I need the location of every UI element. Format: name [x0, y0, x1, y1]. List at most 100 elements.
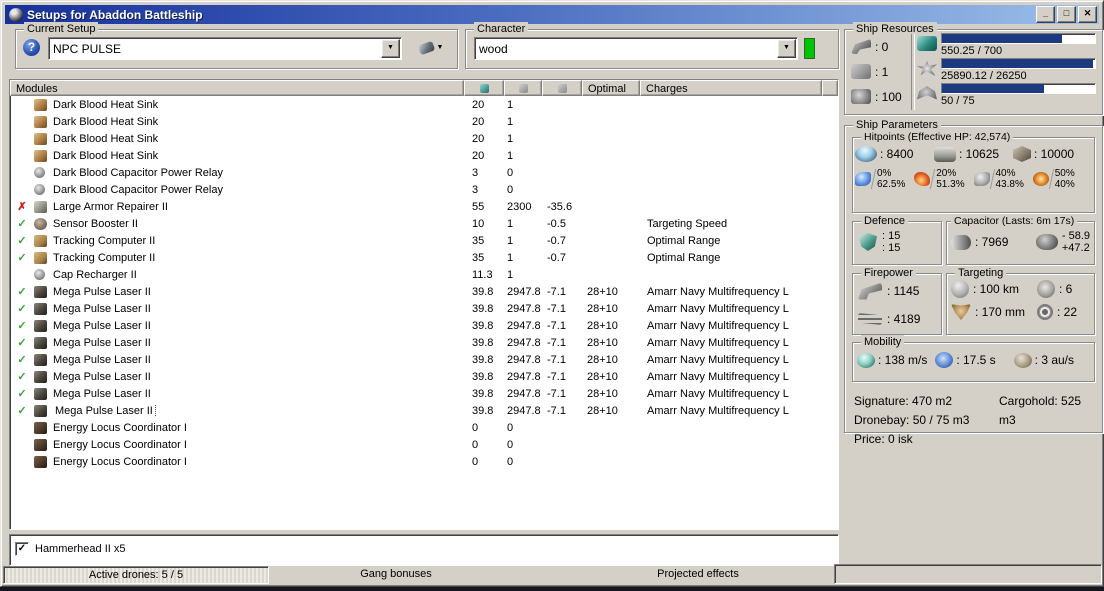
module-name: Mega Pulse Laser II — [53, 353, 151, 366]
module-pg-value: 0 — [507, 166, 514, 179]
module-cpu-value: 39.8 — [472, 370, 494, 383]
module-pg-value: 0 — [507, 421, 514, 434]
table-row[interactable]: ✗ Large Armor Repairer II 55 2300 -35.6 — [10, 198, 838, 215]
minimize-button[interactable]: _ — [1036, 6, 1055, 23]
table-row[interactable]: ✓ Mega Pulse Laser II 39.8 2947.8 -7.1 2… — [10, 351, 838, 368]
hitpoints-group: Hitpoints (Effective HP: 42,574) : 8400 … — [852, 130, 1095, 213]
module-pg-value: 0 — [507, 183, 514, 196]
table-row[interactable]: Energy Locus Coordinator I 0 0 — [10, 419, 838, 436]
module-charge-value: Amarr Navy Multifrequency L — [647, 319, 789, 332]
slot-count-value: : 1 — [875, 64, 889, 79]
module-pg-value: 1 — [507, 132, 514, 145]
mobility-align: : 17.5 s — [935, 352, 1013, 368]
column-header-optimal[interactable]: Optimal — [582, 80, 640, 96]
hitpoints-title: Hitpoints (Effective HP: 42,574) — [861, 130, 1014, 144]
table-row[interactable]: ✓ Mega Pulse Laser II 39.8 2947.8 -7.1 2… — [10, 317, 838, 334]
module-icon — [34, 319, 53, 332]
table-row[interactable]: Dark Blood Heat Sink 20 1 — [10, 96, 838, 113]
resist-em: 0% 62.5% — [855, 168, 914, 190]
module-charge-value: Targeting Speed — [647, 217, 728, 230]
close-button[interactable]: ✕ — [1078, 6, 1097, 23]
module-icon — [34, 149, 53, 162]
fitted-check-icon: ✓ — [17, 388, 27, 400]
module-cpu-value: 20 — [472, 98, 485, 111]
setup-select[interactable]: NPC PULSE ▼ — [48, 37, 402, 60]
table-row[interactable]: Energy Locus Coordinator I 0 0 — [10, 453, 838, 470]
character-select-value: wood — [479, 41, 508, 56]
table-row[interactable]: ✓ Sensor Booster II 10 1 -0.5 Targeting … — [10, 215, 838, 232]
module-charge-value: Amarr Navy Multifrequency L — [647, 370, 789, 383]
maximize-button[interactable]: □ — [1057, 6, 1076, 23]
capacitor-column-icon[interactable] — [542, 80, 582, 96]
drones-listbox[interactable]: ✓ Hammerhead II x5 — [9, 534, 839, 566]
em-icon — [855, 172, 871, 186]
firepower-value: : 1145 — [887, 284, 920, 298]
column-header-charges[interactable]: Charges — [640, 80, 822, 96]
modules-listview[interactable]: Modules Optimal Charges Dark Blood Heat … — [9, 79, 839, 530]
drone-list-item[interactable]: ✓ Hammerhead II x5 — [15, 540, 838, 558]
resource-bar-fill — [942, 84, 1045, 93]
powergrid-column-icon[interactable] — [504, 80, 542, 96]
mobility-warp-value: : 3 au/s — [1034, 353, 1075, 367]
module-cpu-value: 55 — [472, 200, 485, 213]
chevron-down-icon[interactable]: ▼ — [777, 39, 796, 58]
module-cap-value: -7.1 — [547, 370, 566, 383]
table-row[interactable]: Dark Blood Heat Sink 20 1 — [10, 113, 838, 130]
cpu-icon — [917, 36, 937, 51]
module-icon — [34, 438, 53, 451]
sensor-strength-icon — [1037, 304, 1053, 320]
module-charge-value: Amarr Navy Multifrequency L — [647, 285, 789, 298]
hitpoints-values: : 8400 : 10625 : 10000 — [855, 146, 1092, 162]
column-header-modules[interactable]: Modules — [10, 80, 464, 96]
resist-thermal-armor: 51.3% — [936, 179, 965, 190]
module-optimal-value: 28+10 — [587, 370, 618, 383]
module-cpu-value: 35 — [472, 234, 485, 247]
chevron-down-icon[interactable]: ▼ — [381, 39, 400, 58]
table-row[interactable]: Dark Blood Capacitor Power Relay 3 0 — [10, 181, 838, 198]
slot-count-row: : 0 — [851, 34, 907, 59]
active-drones-panel: Active drones: 5 / 5 — [3, 566, 269, 584]
table-row[interactable]: Cap Recharger II 11.3 1 — [10, 266, 838, 283]
cpu-column-icon[interactable] — [464, 80, 504, 96]
resist-explosive: 50% 40% — [1032, 168, 1092, 190]
targeting-max-targets: : 6 — [1037, 280, 1094, 298]
module-icon — [34, 167, 53, 179]
table-row[interactable]: Energy Locus Coordinator I 0 0 — [10, 436, 838, 453]
table-row[interactable]: ✓ Mega Pulse Laser II 39.8 2947.8 -7.1 2… — [10, 402, 838, 419]
resource-bar-fill — [942, 34, 1063, 43]
resource-bar-text: 550.25 / 700 — [941, 45, 1003, 57]
resists-row: 0% 62.5% 20% 51.3% 40% 43.8% 50% 40% — [855, 168, 1092, 190]
module-cap-value: -7.1 — [547, 336, 566, 349]
module-pg-value: 1 — [507, 251, 514, 264]
window-title: Setups for Abaddon Battleship — [27, 7, 203, 22]
table-row[interactable]: ✓ Tracking Computer II 35 1 -0.7 Optimal… — [10, 249, 838, 266]
table-row[interactable]: Dark Blood Capacitor Power Relay 3 0 — [10, 164, 838, 181]
fitted-check-icon: ✓ — [17, 337, 27, 349]
hp-armor: : 10625 — [934, 146, 1013, 162]
setup-tools-button[interactable]: ▼ — [412, 37, 450, 58]
table-row[interactable]: ✓ Mega Pulse Laser II 39.8 2947.8 -7.1 2… — [10, 300, 838, 317]
table-row[interactable]: ✓ Mega Pulse Laser II 39.8 2947.8 -7.1 2… — [10, 283, 838, 300]
character-select[interactable]: wood ▼ — [474, 37, 798, 60]
table-row[interactable]: Dark Blood Heat Sink 20 1 — [10, 130, 838, 147]
module-pg-value: 2947.8 — [507, 336, 541, 349]
drone-icon — [917, 86, 937, 100]
dps-icon — [858, 313, 882, 325]
modules-table-header: Modules Optimal Charges — [10, 80, 838, 96]
cargohold-stat: Cargohold: 525 m3 — [999, 394, 1082, 427]
module-cap-value: -7.1 — [547, 404, 566, 417]
fitted-check-icon: ✓ — [17, 371, 27, 383]
resist-kinetic-armor: 43.8% — [995, 179, 1024, 190]
table-row[interactable]: Dark Blood Heat Sink 20 1 — [10, 147, 838, 164]
table-row[interactable]: ✓ Mega Pulse Laser II 39.8 2947.8 -7.1 2… — [10, 385, 838, 402]
module-cpu-value: 0 — [472, 421, 479, 434]
table-row[interactable]: ✓ Mega Pulse Laser II 39.8 2947.8 -7.1 2… — [10, 334, 838, 351]
table-row[interactable]: ✓ Tracking Computer II 35 1 -0.7 Optimal… — [10, 232, 838, 249]
module-cpu-value: 20 — [472, 115, 485, 128]
defence-title: Defence — [861, 214, 908, 228]
drone-checkbox[interactable]: ✓ — [15, 542, 29, 556]
module-name: Mega Pulse Laser II — [53, 404, 156, 417]
table-row[interactable]: ✓ Mega Pulse Laser II 39.8 2947.8 -7.1 2… — [10, 368, 838, 385]
help-icon[interactable]: ? — [23, 39, 40, 56]
module-icon — [34, 285, 53, 298]
